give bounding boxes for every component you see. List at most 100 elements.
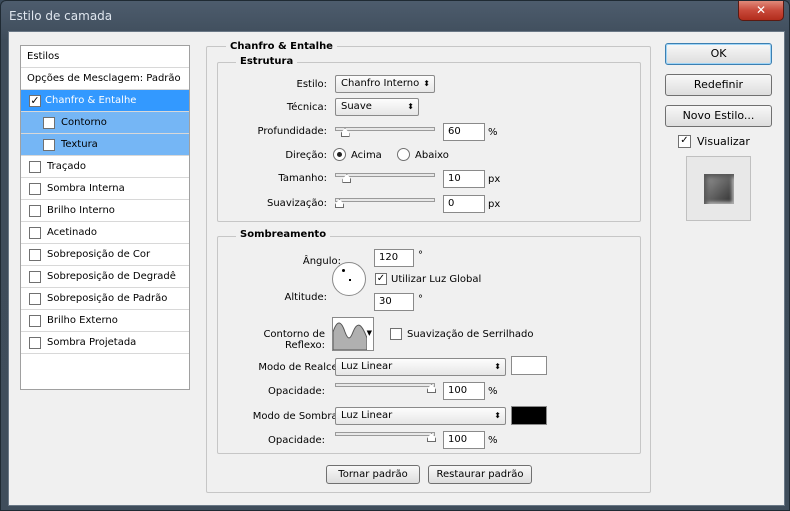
highlight-opacity-input[interactable]: 100 [443,382,485,400]
size-unit: px [488,174,501,185]
texture-checkbox[interactable] [43,139,55,151]
size-label: Tamanho: [278,173,327,184]
highlight-opacity-track[interactable] [335,383,435,387]
blend-options-item[interactable]: Opções de Mesclagem: Padrão [21,68,189,90]
soften-slider-track[interactable] [335,198,435,202]
altitude-unit: ° [418,294,423,305]
direction-label: Direção: [285,150,327,161]
dialog-window: Estilo de camada ✕ Estilos Opções de Mes… [0,0,790,511]
gloss-contour-label: Contorno de Reflexo: [263,329,325,351]
updown-icon: ⬍ [423,79,430,88]
style-item-bevel[interactable]: ✓ Chanfro & Entalhe [21,90,189,112]
satin-checkbox[interactable] [29,227,41,239]
style-item-outer-glow[interactable]: Brilho Externo [21,310,189,332]
depth-input[interactable]: 60 [443,123,485,141]
soften-unit: px [488,199,501,210]
style-item-texture[interactable]: Textura [21,134,189,156]
technique-label: Técnica: [286,102,327,113]
antialias-label: Suavização de Serrilhado [407,329,534,340]
style-item-inner-shadow[interactable]: Sombra Interna [21,178,189,200]
close-button[interactable]: ✕ [738,1,784,21]
updown-icon: ⬍ [407,102,414,111]
bevel-checkbox[interactable]: ✓ [29,95,41,107]
styles-list: Estilos Opções de Mesclagem: Padrão ✓ Ch… [20,45,190,390]
technique-select[interactable]: Suave ⬍ [335,98,419,116]
color-overlay-checkbox[interactable] [29,249,41,261]
ok-button[interactable]: OK [665,43,772,65]
highlight-opacity-label: Opacidade: [268,386,325,397]
angle-label: Ângulo: [302,256,341,267]
direction-down-label: Abaixo [415,150,449,161]
size-slider-track[interactable] [335,173,435,177]
reset-default-button[interactable]: Restaurar padrão [428,465,532,484]
gloss-contour-preview[interactable]: ▼ [332,317,374,351]
shadow-mode-select[interactable]: Luz Linear ⬍ [335,407,506,425]
pattern-overlay-checkbox[interactable] [29,293,41,305]
size-input[interactable]: 10 [443,170,485,188]
shadow-mode-label: Modo de Sombra: [252,411,341,422]
soften-input[interactable]: 0 [443,195,485,213]
gradient-overlay-checkbox[interactable] [29,271,41,283]
style-item-gradient-overlay[interactable]: Sobreposição de Degradê [21,266,189,288]
style-item-drop-shadow[interactable]: Sombra Projetada [21,332,189,354]
angle-dial[interactable] [332,262,366,296]
shadow-color-swatch[interactable] [511,406,547,425]
soften-label: Suavização: [267,198,327,209]
make-default-button[interactable]: Tornar padrão [326,465,420,484]
preview-checkbox[interactable]: ✓ [678,135,691,148]
style-item-contour[interactable]: Contorno [21,112,189,134]
highlight-mode-label: Modo de Realce: [258,362,341,373]
styles-header[interactable]: Estilos [21,46,189,68]
dialog-body: Estilos Opções de Mesclagem: Padrão ✓ Ch… [8,31,785,506]
shadow-opacity-label: Opacidade: [268,435,325,446]
shadow-opacity-unit: % [488,435,498,446]
depth-slider-track[interactable] [335,127,435,131]
style-item-stroke[interactable]: Traçado [21,156,189,178]
shading-title: Sombreamento [236,229,331,240]
inner-glow-checkbox[interactable] [29,205,41,217]
style-label: Estilo: [296,79,328,90]
updown-icon: ⬍ [494,362,501,371]
dial-marker [342,269,345,272]
angle-input[interactable]: 120 [374,249,414,267]
highlight-mode-select[interactable]: Luz Linear ⬍ [335,358,506,376]
depth-label: Profundidade: [257,126,327,137]
style-item-color-overlay[interactable]: Sobreposição de Cor [21,244,189,266]
global-light-checkbox[interactable]: ✓ [375,273,387,285]
preview-swatch-image [704,174,734,204]
direction-down-radio[interactable] [397,148,410,161]
bevel-title: Chanfro & Entalhe [226,41,337,52]
highlight-opacity-unit: % [488,386,498,397]
reset-button[interactable]: Redefinir [665,74,772,96]
preview-label: Visualizar [697,135,750,148]
altitude-label: Altitude: [284,292,327,303]
direction-up-radio[interactable] [333,148,346,161]
window-title: Estilo de camada [9,9,113,23]
style-select[interactable]: Chanfro Interno ⬍ [335,75,435,93]
stroke-checkbox[interactable] [29,161,41,173]
style-preview [686,156,751,221]
shadow-opacity-input[interactable]: 100 [443,431,485,449]
highlight-color-swatch[interactable] [511,356,547,375]
dial-center [349,279,351,281]
style-item-inner-glow[interactable]: Brilho Interno [21,200,189,222]
inner-shadow-checkbox[interactable] [29,183,41,195]
dropdown-arrow-icon[interactable]: ▼ [367,329,372,337]
direction-up-label: Acima [351,150,382,161]
depth-unit: % [488,127,498,138]
shadow-opacity-track[interactable] [335,432,435,436]
style-item-satin[interactable]: Acetinado [21,222,189,244]
drop-shadow-checkbox[interactable] [29,337,41,349]
altitude-input[interactable]: 30 [374,293,414,311]
global-light-label: Utilizar Luz Global [391,274,482,285]
outer-glow-checkbox[interactable] [29,315,41,327]
new-style-button[interactable]: Novo Estilo... [665,105,772,127]
title-bar[interactable]: Estilo de camada ✕ [1,1,789,31]
contour-curve-icon [333,322,367,350]
contour-checkbox[interactable] [43,117,55,129]
updown-icon: ⬍ [494,411,501,420]
antialias-checkbox[interactable] [390,328,402,340]
style-item-pattern-overlay[interactable]: Sobreposição de Padrão [21,288,189,310]
close-icon: ✕ [755,3,767,17]
structure-title: Estrutura [236,56,298,67]
